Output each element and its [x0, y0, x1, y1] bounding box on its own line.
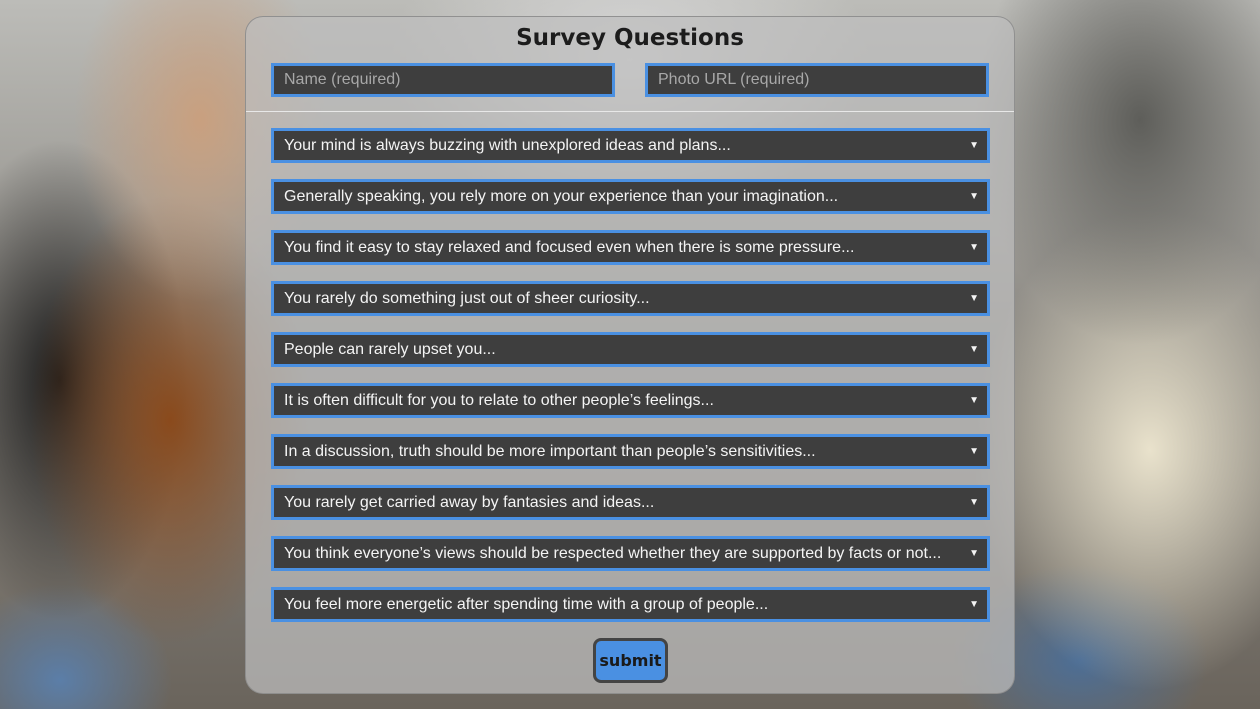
question-select-7[interactable]: In a discussion, truth should be more im… [271, 434, 990, 469]
question-text: People can rarely upset you... [284, 341, 496, 358]
chevron-down-icon: ▼ [969, 599, 979, 610]
chevron-down-icon: ▼ [969, 344, 979, 355]
submit-button[interactable]: submit [593, 638, 668, 683]
question-select-2[interactable]: Generally speaking, you rely more on you… [271, 179, 990, 214]
question-select-5[interactable]: People can rarely upset you... ▼ [271, 332, 990, 367]
survey-panel: Survey Questions Your mind is always buz… [245, 16, 1015, 694]
chevron-down-icon: ▼ [969, 191, 979, 202]
question-text: You find it easy to stay relaxed and foc… [284, 239, 855, 256]
question-text: You feel more energetic after spending t… [284, 596, 769, 613]
question-text: In a discussion, truth should be more im… [284, 443, 816, 460]
question-select-6[interactable]: It is often difficult for you to relate … [271, 383, 990, 418]
question-select-10[interactable]: You feel more energetic after spending t… [271, 587, 990, 622]
divider [246, 111, 1014, 112]
question-text: You rarely get carried away by fantasies… [284, 494, 655, 511]
chevron-down-icon: ▼ [969, 446, 979, 457]
question-text: You think everyone’s views should be res… [284, 545, 942, 562]
chevron-down-icon: ▼ [969, 548, 979, 559]
question-select-4[interactable]: You rarely do something just out of shee… [271, 281, 990, 316]
question-text: You rarely do something just out of shee… [284, 290, 650, 307]
chevron-down-icon: ▼ [969, 395, 979, 406]
page-title: Survey Questions [516, 25, 744, 51]
chevron-down-icon: ▼ [969, 293, 979, 304]
question-text: It is often difficult for you to relate … [284, 392, 714, 409]
question-select-3[interactable]: You find it easy to stay relaxed and foc… [271, 230, 990, 265]
question-select-9[interactable]: You think everyone’s views should be res… [271, 536, 990, 571]
chevron-down-icon: ▼ [969, 497, 979, 508]
chevron-down-icon: ▼ [969, 242, 979, 253]
question-text: Your mind is always buzzing with unexplo… [284, 137, 731, 154]
chevron-down-icon: ▼ [969, 140, 979, 151]
question-select-8[interactable]: You rarely get carried away by fantasies… [271, 485, 990, 520]
question-text: Generally speaking, you rely more on you… [284, 188, 839, 205]
question-select-1[interactable]: Your mind is always buzzing with unexplo… [271, 128, 990, 163]
photo-url-input[interactable] [645, 63, 989, 97]
name-input[interactable] [271, 63, 615, 97]
